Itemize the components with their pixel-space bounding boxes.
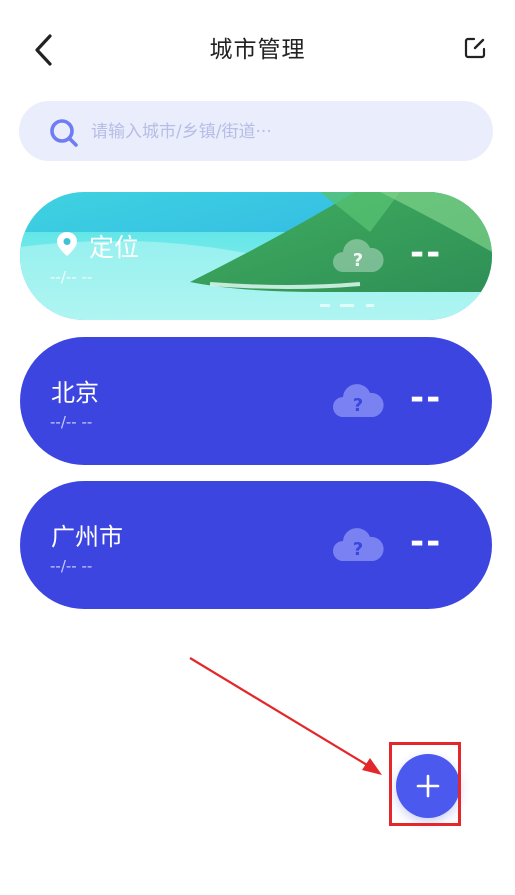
search-bar[interactable] (19, 101, 493, 163)
plus-icon (416, 774, 440, 798)
svg-text:?: ? (353, 395, 363, 416)
city-card-beijing[interactable]: 北京 --/-- -- ? -- (20, 337, 492, 465)
search-input[interactable] (89, 101, 473, 163)
city-temperature: -- (410, 522, 443, 562)
city-card-location[interactable]: 定位 --/-- -- ? -- (20, 192, 492, 320)
svg-text:?: ? (353, 250, 363, 271)
edit-icon (464, 37, 486, 59)
city-card-guangzhou[interactable]: 广州市 --/-- -- ? -- (20, 481, 492, 609)
location-pin-icon (57, 232, 77, 256)
cloud-question-icon: ? (333, 384, 384, 417)
cloud-question-icon: ? (333, 528, 384, 561)
top-bar: 城市管理 (0, 0, 515, 100)
city-temperature: -- (410, 233, 443, 273)
cloud-question-icon: ? (333, 239, 384, 272)
city-date: --/-- -- (50, 268, 93, 286)
city-date: --/-- -- (50, 413, 93, 431)
add-city-button[interactable]: + (396, 754, 460, 818)
city-name: 定位 (89, 233, 140, 262)
city-temperature: -- (410, 378, 443, 418)
city-name: 北京 (51, 379, 99, 407)
edit-button[interactable] (463, 36, 487, 60)
search-icon (50, 119, 78, 147)
city-name: 广州市 (51, 523, 123, 551)
svg-text:?: ? (353, 539, 363, 560)
city-date: --/-- -- (50, 557, 93, 575)
page-title: 城市管理 (209, 37, 306, 63)
